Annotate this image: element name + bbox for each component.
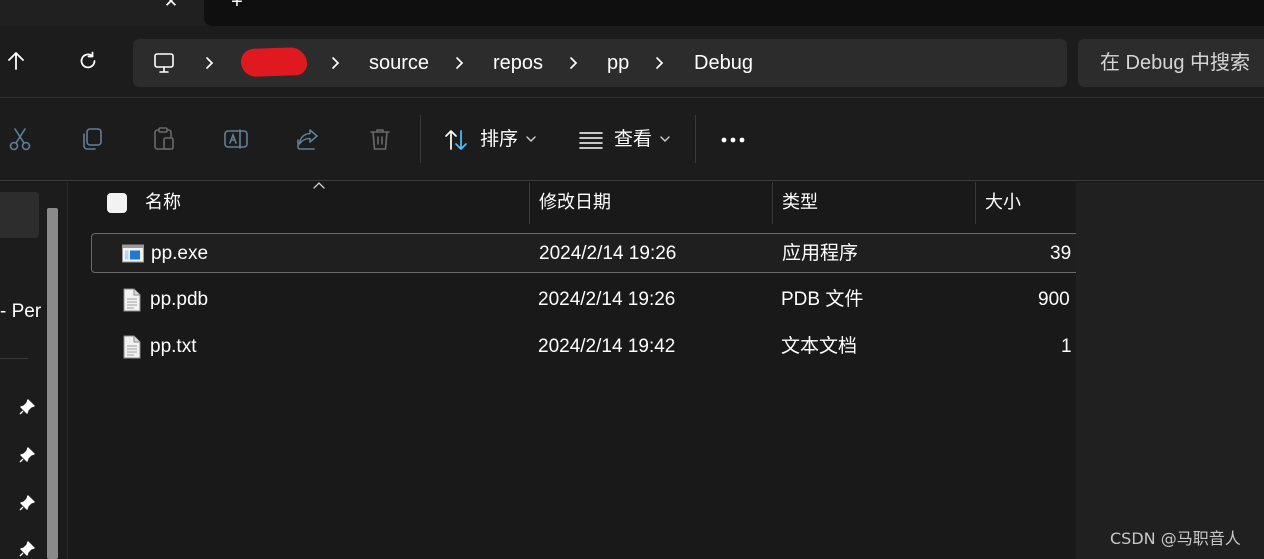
file-type: PDB 文件 [781, 289, 864, 310]
sort-icon [445, 130, 467, 150]
sort-ascending-icon [313, 182, 325, 189]
toolbar-divider [695, 115, 696, 163]
nav-scrollbar[interactable] [47, 208, 58, 559]
refresh-button[interactable] [73, 46, 103, 76]
column-header-row: 名称 修改日期 类型 大小 [69, 182, 1076, 224]
file-row[interactable]: pp.pdb 2024/2/14 19:26 PDB 文件 900 [91, 280, 1076, 320]
pin-icon[interactable] [18, 446, 36, 464]
share-button[interactable] [294, 125, 322, 153]
delete-button[interactable] [366, 125, 394, 153]
file-modified: 2024/2/14 19:26 [538, 289, 676, 310]
pin-icon[interactable] [18, 494, 36, 512]
this-pc-icon[interactable] [152, 51, 176, 75]
list-view-icon [579, 132, 603, 149]
copy-button[interactable] [78, 125, 106, 153]
breadcrumb-item-debug[interactable]: Debug [694, 51, 753, 75]
new-tab-button[interactable]: + [226, 0, 248, 12]
chevron-right-icon[interactable] [454, 53, 466, 73]
trash-icon [370, 129, 390, 150]
chevron-right-icon[interactable] [204, 53, 216, 73]
sort-button[interactable]: 排序 [440, 119, 550, 161]
column-header-name[interactable]: 名称 [145, 190, 181, 214]
sort-label: 排序 [480, 129, 519, 150]
more-icon [721, 137, 745, 143]
file-size: 39 [1050, 243, 1072, 264]
file-modified: 2024/2/14 19:26 [539, 243, 677, 264]
search-box[interactable]: 在 Debug 中搜索 [1078, 39, 1264, 87]
nav-divider [0, 358, 28, 359]
pin-icon[interactable] [18, 398, 36, 416]
rename-icon [224, 129, 248, 149]
file-row[interactable]: pp.txt 2024/2/14 19:42 文本文档 1 [91, 327, 1076, 367]
search-placeholder: 在 Debug 中搜索 [1100, 52, 1251, 74]
command-bar: 排序 查看 [0, 99, 1264, 181]
cut-button[interactable] [6, 125, 34, 153]
copy-icon [83, 128, 102, 150]
chevron-down-icon [526, 136, 536, 142]
tab-strip-background [204, 0, 1264, 26]
document-icon [123, 335, 141, 359]
view-label: 查看 [614, 129, 653, 150]
file-name: pp.exe [151, 243, 209, 264]
scissors-icon [9, 128, 31, 151]
details-pane [1076, 182, 1264, 559]
chevron-right-icon[interactable] [568, 53, 580, 73]
toolbar-divider [420, 115, 421, 163]
rename-button[interactable] [222, 125, 250, 153]
column-header-modified[interactable]: 修改日期 [539, 190, 611, 214]
column-header-size[interactable]: 大小 [985, 190, 1021, 214]
file-type: 文本文档 [781, 336, 858, 357]
breadcrumb-item-source[interactable]: source [369, 51, 429, 75]
file-size: 1 [1061, 336, 1072, 357]
file-name: pp.txt [150, 336, 197, 357]
nav-selected-item[interactable] [0, 192, 39, 238]
close-tab-button[interactable]: ✕ [158, 0, 184, 12]
chevron-right-icon[interactable] [330, 53, 342, 73]
address-bar-row: source repos pp Debug 在 Debug 中搜索 [0, 26, 1264, 98]
file-type: 应用程序 [782, 243, 859, 264]
breadcrumb-item-repos[interactable]: repos [493, 51, 543, 75]
navigation-pane: - Per [0, 182, 68, 559]
more-options-button[interactable] [712, 127, 754, 153]
column-divider[interactable] [772, 182, 773, 224]
document-icon [123, 288, 141, 312]
up-button[interactable] [1, 46, 31, 76]
file-modified: 2024/2/14 19:42 [538, 336, 676, 357]
file-size: 900 [1038, 289, 1070, 310]
pin-icon[interactable] [18, 540, 36, 558]
view-button[interactable]: 查看 [576, 119, 680, 161]
share-icon [297, 129, 318, 150]
column-divider[interactable] [529, 182, 530, 224]
nav-item-label[interactable]: - Per [0, 300, 41, 324]
refresh-icon [80, 51, 96, 69]
chevron-right-icon[interactable] [654, 53, 666, 73]
arrow-up-icon [8, 52, 24, 70]
file-row[interactable]: pp.exe 2024/2/14 19:26 应用程序 39 [91, 233, 1076, 273]
paste-button[interactable] [150, 125, 178, 153]
watermark: CSDN @马职音人 [1110, 529, 1241, 548]
file-name: pp.pdb [150, 289, 209, 310]
breadcrumb-item-pp[interactable]: pp [607, 51, 629, 75]
clipboard-icon [154, 127, 174, 150]
exe-icon [122, 244, 144, 263]
select-all-checkbox[interactable] [107, 193, 127, 213]
tab-strip: ✕ + [0, 0, 1264, 26]
file-list: 名称 修改日期 类型 大小 pp.exe 2024/2/14 19:26 应用程… [69, 182, 1076, 559]
chevron-down-icon [660, 136, 670, 142]
column-header-type[interactable]: 类型 [782, 190, 818, 214]
redaction-mark [240, 46, 308, 78]
column-divider[interactable] [975, 182, 976, 224]
